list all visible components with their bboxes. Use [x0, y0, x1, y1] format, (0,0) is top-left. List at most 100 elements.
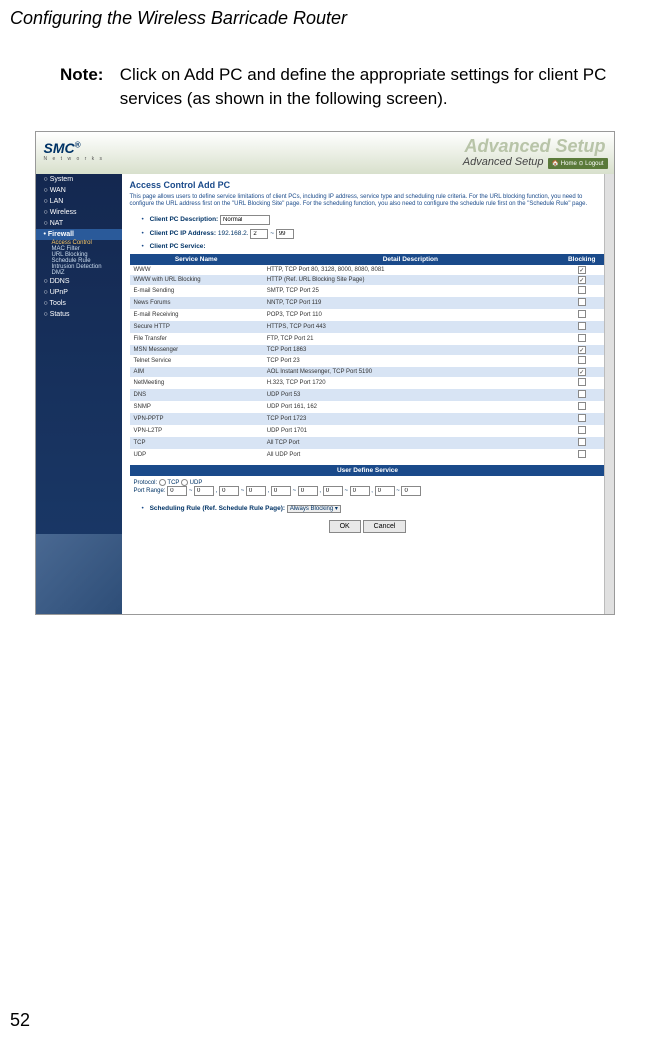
- table-row: News ForumsNNTP, TCP Port 119: [130, 297, 606, 309]
- blocking-checkbox[interactable]: ✓: [578, 346, 586, 354]
- blocking-checkbox[interactable]: [578, 322, 586, 330]
- svc-name: VPN-L2TP: [130, 425, 263, 437]
- table-row: E-mail SendingSMTP, TCP Port 25: [130, 285, 606, 297]
- port-from-input[interactable]: [375, 486, 395, 496]
- advanced-setup-bg: Advanced Setup: [464, 136, 605, 157]
- port-from-input[interactable]: [271, 486, 291, 496]
- sidebar-item-wan[interactable]: ○ WAN: [36, 185, 122, 196]
- svc-detail: FTP, TCP Port 21: [263, 333, 558, 345]
- blocking-checkbox[interactable]: [578, 414, 586, 422]
- sidebar-item-system[interactable]: ○ System: [36, 174, 122, 185]
- svc-detail: TCP Port 23: [263, 355, 558, 367]
- table-row: WWWHTTP, TCP Port 80, 3128, 8000, 8080, …: [130, 265, 606, 275]
- port-to-input[interactable]: [246, 486, 266, 496]
- svc-name: File Transfer: [130, 333, 263, 345]
- ip-to-input[interactable]: [276, 229, 294, 239]
- sidebar-item-wireless[interactable]: ○ Wireless: [36, 207, 122, 218]
- client-desc-input[interactable]: [220, 215, 270, 225]
- client-svc-row: Client PC Service:: [142, 243, 606, 250]
- ok-button[interactable]: OK: [329, 520, 361, 533]
- service-table: Service Name Detail Description Blocking…: [130, 254, 606, 461]
- ip-from-input[interactable]: [250, 229, 268, 239]
- blocking-checkbox[interactable]: [578, 378, 586, 386]
- table-row: Secure HTTPHTTPS, TCP Port 443: [130, 321, 606, 333]
- table-row: E-mail ReceivingPOP3, TCP Port 110: [130, 309, 606, 321]
- udp-radio[interactable]: [181, 479, 188, 486]
- sched-select[interactable]: Always Blocking ▾: [287, 505, 341, 513]
- blocking-checkbox[interactable]: [578, 438, 586, 446]
- sched-row: Scheduling Rule (Ref. Schedule Rule Page…: [142, 505, 606, 512]
- table-row: VPN-L2TPUDP Port 1701: [130, 425, 606, 437]
- svc-detail: H.323, TCP Port 1720: [263, 377, 558, 389]
- svc-detail: HTTP, TCP Port 80, 3128, 8000, 8080, 808…: [263, 265, 558, 275]
- logo-subtext: N e t w o r k s: [44, 156, 105, 162]
- main-description: This page allows users to define service…: [130, 194, 606, 210]
- tcp-radio[interactable]: [159, 479, 166, 486]
- port-from-input[interactable]: [323, 486, 343, 496]
- sidebar-item-ddns[interactable]: ○ DDNS: [36, 276, 122, 287]
- port-to-input[interactable]: [298, 486, 318, 496]
- blocking-checkbox[interactable]: [578, 286, 586, 294]
- svc-detail: UDP Port 1701: [263, 425, 558, 437]
- user-define-header: User Define Service: [130, 465, 606, 476]
- svc-name: DNS: [130, 389, 263, 401]
- blocking-checkbox[interactable]: [578, 356, 586, 364]
- svc-name: VPN-PPTP: [130, 413, 263, 425]
- blocking-checkbox[interactable]: [578, 310, 586, 318]
- smc-logo: SMC®: [44, 140, 81, 156]
- blocking-checkbox[interactable]: ✓: [578, 368, 586, 376]
- svc-name: AIM: [130, 367, 263, 377]
- table-row: File TransferFTP, TCP Port 21: [130, 333, 606, 345]
- col-service-name: Service Name: [130, 254, 263, 265]
- col-blocking: Blocking: [558, 254, 606, 265]
- home-logout-bar[interactable]: 🏠 Home ⊙ Logout: [548, 158, 608, 169]
- table-row: AIMAOL Instant Messenger, TCP Port 5190 ✓: [130, 367, 606, 377]
- page-header: Configuring the Wireless Barricade Route…: [0, 0, 649, 33]
- port-to-input[interactable]: [194, 486, 214, 496]
- svc-detail: SMTP, TCP Port 25: [263, 285, 558, 297]
- svc-name: NetMeeting: [130, 377, 263, 389]
- client-ip-row: Client PC IP Address: 192.168.2. ~: [142, 229, 606, 239]
- blocking-checkbox[interactable]: ✓: [578, 276, 586, 284]
- table-row: TCPAll TCP Port: [130, 437, 606, 449]
- blocking-checkbox[interactable]: [578, 298, 586, 306]
- note-text: Click on Add PC and define the appropria…: [120, 63, 619, 111]
- sidebar-item-nat[interactable]: ○ NAT: [36, 218, 122, 229]
- table-row: Telnet ServiceTCP Port 23: [130, 355, 606, 367]
- svc-name: TCP: [130, 437, 263, 449]
- blocking-checkbox[interactable]: [578, 402, 586, 410]
- table-row: VPN-PPTPTCP Port 1723: [130, 413, 606, 425]
- sidebar-item-status[interactable]: ○ Status: [36, 309, 122, 320]
- sidebar-item-lan[interactable]: ○ LAN: [36, 196, 122, 207]
- table-row: MSN MessengerTCP Port 1863✓: [130, 345, 606, 355]
- note-block: Note: Click on Add PC and define the app…: [60, 63, 619, 111]
- table-row: UDPAll UDP Port: [130, 449, 606, 461]
- svc-name: Telnet Service: [130, 355, 263, 367]
- port-from-input[interactable]: [167, 486, 187, 496]
- svc-detail: AOL Instant Messenger, TCP Port 5190: [263, 367, 558, 377]
- sidebar-item-tools[interactable]: ○ Tools: [36, 298, 122, 309]
- sidebar-item-firewall[interactable]: • Firewall: [36, 229, 122, 240]
- blocking-checkbox[interactable]: [578, 390, 586, 398]
- port-to-input[interactable]: [401, 486, 421, 496]
- cancel-button[interactable]: Cancel: [363, 520, 407, 533]
- blocking-checkbox[interactable]: ✓: [578, 266, 586, 274]
- table-row: NetMeetingH.323, TCP Port 1720: [130, 377, 606, 389]
- blocking-checkbox[interactable]: [578, 450, 586, 458]
- port-from-input[interactable]: [219, 486, 239, 496]
- router-screenshot: SMC® N e t w o r k s Advanced Setup Adva…: [35, 131, 615, 615]
- svc-name: News Forums: [130, 297, 263, 309]
- table-row: DNSUDP Port 53: [130, 389, 606, 401]
- svc-detail: UDP Port 161, 162: [263, 401, 558, 413]
- svc-detail: POP3, TCP Port 110: [263, 309, 558, 321]
- port-to-input[interactable]: [350, 486, 370, 496]
- scrollbar[interactable]: [604, 174, 614, 614]
- blocking-checkbox[interactable]: [578, 426, 586, 434]
- table-row: WWW with URL BlockingHTTP (Ref. URL Bloc…: [130, 275, 606, 285]
- svc-detail: All TCP Port: [263, 437, 558, 449]
- svc-detail: All UDP Port: [263, 449, 558, 461]
- blocking-checkbox[interactable]: [578, 334, 586, 342]
- svc-name: E-mail Receiving: [130, 309, 263, 321]
- svc-name: Secure HTTP: [130, 321, 263, 333]
- sidebar-item-upnp[interactable]: ○ UPnP: [36, 287, 122, 298]
